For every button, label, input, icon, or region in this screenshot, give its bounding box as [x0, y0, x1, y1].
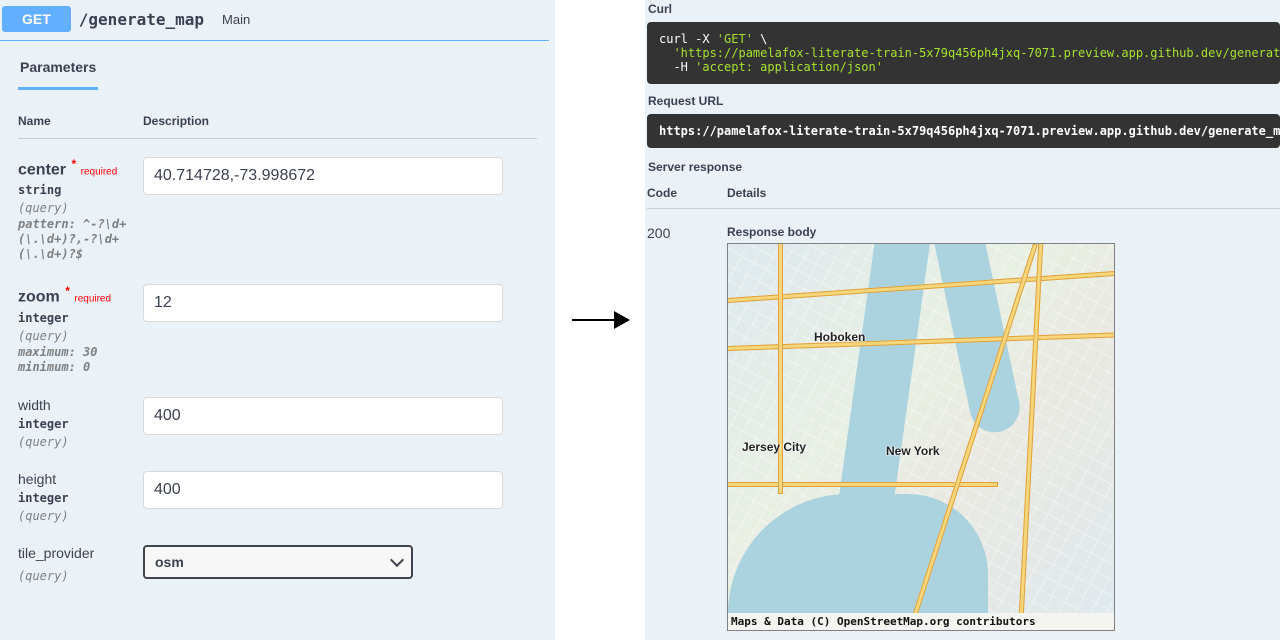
parameters-panel: GET /generate_map Main Parameters Name D…: [0, 0, 555, 640]
arrow-right-icon: [570, 308, 630, 332]
param-row-tile-provider: tile_provider (query) osm: [18, 545, 537, 583]
endpoint-path: /generate_map: [79, 10, 204, 29]
height-input[interactable]: [143, 471, 503, 509]
map-attribution: Maps & Data (C) OpenStreetMap.org contri…: [728, 613, 1114, 630]
param-in: (query): [18, 329, 135, 343]
param-name: width: [18, 397, 135, 413]
http-method-badge: GET: [2, 6, 71, 32]
param-type: string: [18, 183, 135, 197]
map-image: Hoboken Jersey City New York Maps & Data…: [727, 243, 1115, 631]
required-star-icon: *: [65, 284, 70, 298]
param-in: (query): [18, 569, 135, 583]
param-in: (query): [18, 435, 135, 449]
param-name: tile_provider: [18, 545, 135, 561]
param-row-height: height integer (query): [18, 471, 537, 523]
column-code-header: Code: [647, 186, 727, 200]
chevron-down-icon: osm: [143, 545, 413, 579]
param-constraint: pattern: ^-?\d+ (\.\d+)?,-?\d+ (\.\d+)?$: [18, 217, 135, 262]
param-type: integer: [18, 311, 135, 325]
column-details-header: Details: [727, 186, 766, 200]
required-label: required: [74, 294, 111, 305]
request-url-label: Request URL: [645, 94, 1280, 114]
param-row-width: width integer (query): [18, 397, 537, 449]
endpoint-summary: Main: [222, 12, 250, 27]
curl-label: Curl: [645, 2, 1280, 22]
zoom-input[interactable]: [143, 284, 503, 322]
tile-provider-select[interactable]: osm: [143, 545, 413, 579]
param-name: center: [18, 161, 66, 178]
request-url-block[interactable]: https://pamelafox-literate-train-5x79q45…: [647, 114, 1280, 148]
map-label-jersey-city: Jersey City: [742, 440, 806, 454]
param-in: (query): [18, 201, 135, 215]
arrow-divider: [555, 0, 645, 640]
width-input[interactable]: [143, 397, 503, 435]
param-type: integer: [18, 417, 135, 431]
header-divider: [0, 40, 549, 41]
required-label: required: [81, 166, 118, 177]
response-code: 200: [647, 225, 727, 241]
response-body-label: Response body: [727, 225, 1280, 239]
curl-code-block[interactable]: curl -X 'GET' \ 'https://pamelafox-liter…: [647, 22, 1280, 84]
param-name: height: [18, 471, 135, 487]
param-constraint: maximum: 30 minimum: 0: [18, 345, 135, 375]
tab-parameters[interactable]: Parameters: [18, 59, 98, 90]
param-row-zoom: zoom * required integer (query) maximum:…: [18, 284, 537, 374]
required-star-icon: *: [71, 157, 76, 171]
param-name: zoom: [18, 289, 60, 306]
center-input[interactable]: [143, 157, 503, 195]
column-description-header: Description: [143, 114, 209, 128]
param-type: integer: [18, 491, 135, 505]
column-name-header: Name: [18, 114, 143, 128]
map-label-hoboken: Hoboken: [814, 330, 865, 344]
response-panel: Curl curl -X 'GET' \ 'https://pamelafox-…: [645, 0, 1280, 640]
server-response-label: Server response: [645, 160, 1280, 174]
param-row-center: center * required string (query) pattern…: [18, 157, 537, 262]
param-in: (query): [18, 509, 135, 523]
map-label-new-york: New York: [886, 444, 940, 458]
operation-header[interactable]: GET /generate_map Main: [2, 0, 555, 40]
